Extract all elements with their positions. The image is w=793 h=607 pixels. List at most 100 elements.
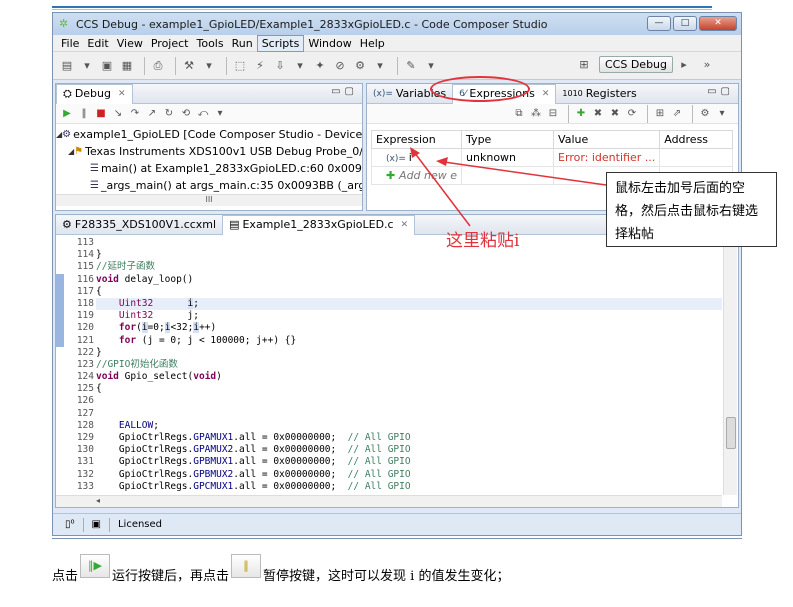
menu-project[interactable]: Project: [147, 36, 193, 51]
menu-file[interactable]: File: [57, 36, 83, 51]
scroll-thumb[interactable]: [726, 417, 736, 449]
fast-view-icon[interactable]: ▯⁰: [65, 519, 75, 530]
pen-icon[interactable]: ✎: [403, 58, 419, 74]
column-expression[interactable]: Expression: [370, 130, 463, 149]
editor-vscroll[interactable]: [723, 237, 737, 495]
open-perspective-icon[interactable]: ⊞: [576, 57, 592, 73]
table-row[interactable]: (x)= i unknown Error: identifier ...: [370, 148, 733, 167]
code-line[interactable]: 119 Uint32 j;: [56, 310, 722, 323]
more-perspectives-icon[interactable]: »: [699, 57, 715, 73]
dropdown-icon[interactable]: ▾: [372, 58, 388, 74]
code-line[interactable]: 124 void Gpio_select(void): [56, 371, 722, 384]
code-line[interactable]: 116 void delay_loop(): [56, 273, 722, 286]
code-line[interactable]: 128 EALLOW;: [56, 419, 722, 432]
view-minmax-icons[interactable]: ▭▢: [331, 86, 358, 97]
code-line[interactable]: 117{: [56, 285, 722, 298]
menu-scripts[interactable]: Scripts: [256, 34, 305, 52]
tree-item-probe[interactable]: ◢ ⚑ Texas Instruments XDS100v1 USB Debug…: [56, 143, 362, 160]
code-line[interactable]: 118 Uint32 i;: [56, 297, 722, 311]
code-line[interactable]: 123//GPIO初始化函数: [56, 358, 722, 372]
dropdown-icon[interactable]: ▾: [292, 58, 308, 74]
code-line[interactable]: 115//延时子函数: [56, 261, 722, 274]
step-asm-icon[interactable]: ↻: [162, 106, 176, 122]
dropdown-icon[interactable]: ▾: [79, 58, 95, 74]
new-view-icon[interactable]: ⊞: [653, 106, 667, 122]
close-button[interactable]: ✕: [699, 16, 737, 31]
add-expression-icon[interactable]: ✚: [574, 106, 588, 122]
code-line[interactable]: 120 for(i=0;i<32;i++): [56, 322, 722, 335]
maximize-button[interactable]: □: [673, 16, 697, 31]
code-line[interactable]: 130 GpioCtrlRegs.GPAMUX2.all = 0x0000000…: [56, 444, 722, 457]
add-new-cell[interactable]: ✚ Add new e: [370, 166, 463, 185]
new-file-icon[interactable]: ▤: [59, 58, 75, 74]
load-program-icon[interactable]: ⇩: [272, 58, 288, 74]
terminate-icon[interactable]: ■: [94, 106, 108, 122]
step-return-icon[interactable]: ↗: [145, 106, 159, 122]
column-type[interactable]: Type: [461, 130, 555, 149]
code-line[interactable]: 131 GpioCtrlRegs.GPBMUX1.all = 0x0000000…: [56, 456, 722, 469]
tree-item-frame-main[interactable]: ☰ main() at Example1_2833xGpioLED.c:60 0…: [56, 160, 362, 177]
menu-tools[interactable]: Tools: [192, 36, 227, 51]
debug-hscroll[interactable]: III: [56, 194, 362, 206]
build-icon[interactable]: ⚒: [181, 58, 197, 74]
code-line[interactable]: 133 GpioCtrlRegs.GPCMUX1.all = 0x0000000…: [56, 480, 722, 493]
connect-icon[interactable]: ⚡: [252, 58, 268, 74]
copy-icon[interactable]: ⧉: [512, 106, 526, 122]
perspective-menu-icon[interactable]: ▸: [676, 57, 692, 73]
close-tab-icon[interactable]: ✕: [542, 85, 550, 103]
continuous-refresh-icon[interactable]: ⚙: [698, 106, 712, 122]
step-into-icon[interactable]: ↘: [111, 106, 125, 122]
menu-window[interactable]: Window: [304, 36, 355, 51]
column-address[interactable]: Address: [659, 130, 733, 149]
editor-hscroll[interactable]: ◂: [56, 495, 722, 507]
breakpoint-icon[interactable]: ⊘: [332, 58, 348, 74]
memory-icon[interactable]: ▣: [92, 519, 101, 530]
dropdown-icon[interactable]: ▾: [423, 58, 439, 74]
code-line[interactable]: 125{: [56, 383, 722, 396]
remove-all-icon[interactable]: ✖: [608, 106, 622, 122]
export-icon[interactable]: ⇗: [670, 106, 684, 122]
suspend-icon[interactable]: ‖: [77, 106, 91, 122]
code-line[interactable]: 122}: [56, 346, 722, 359]
restart-icon[interactable]: ⤺: [196, 106, 210, 122]
format-icon[interactable]: ⁂: [529, 106, 543, 122]
code-line[interactable]: 129 GpioCtrlRegs.GPAMUX1.all = 0x0000000…: [56, 432, 722, 445]
close-tab-icon[interactable]: ✕: [401, 216, 409, 234]
code-line[interactable]: 114}: [56, 249, 722, 262]
tab-source[interactable]: ▤ Example1_2833xGpioLED.c ✕: [222, 214, 416, 235]
tree-item-project[interactable]: ◢ ⚙ example1_GpioLED [Code Composer Stud…: [56, 126, 362, 143]
code-area[interactable]: 113 114} 115//延时子函数 116 void delay_loop() 117…: [56, 237, 722, 495]
menu-view[interactable]: View: [113, 36, 147, 51]
tab-ccxml[interactable]: ⚙ F28335_XDS100V1.ccxml: [56, 216, 222, 234]
minimize-button[interactable]: —: [647, 16, 671, 31]
ccs-debug-perspective-button[interactable]: CCS Debug: [598, 56, 673, 73]
column-value[interactable]: Value: [553, 130, 661, 149]
view-minmax-icons[interactable]: ▭▢: [707, 86, 734, 97]
tree-item-frame-args[interactable]: ☰ _args_main() at args_main.c:35 0x0093B…: [56, 177, 362, 194]
remove-expression-icon[interactable]: ✖: [591, 106, 605, 122]
close-tab-icon[interactable]: ✕: [118, 85, 126, 103]
menu-edit[interactable]: Edit: [83, 36, 112, 51]
tab-debug[interactable]: ⛭ Debug ✕: [56, 83, 133, 104]
scroll-left-icon[interactable]: ◂: [96, 496, 100, 505]
code-line[interactable]: 127: [56, 407, 722, 420]
reset-icon[interactable]: ⟲: [179, 106, 193, 122]
menu-help[interactable]: Help: [356, 36, 389, 51]
print-icon[interactable]: ⎙: [150, 58, 166, 74]
view-menu-icon[interactable]: ▾: [213, 106, 227, 122]
resume-icon[interactable]: ▶: [60, 106, 74, 122]
refresh-icon[interactable]: ⟳: [625, 106, 639, 122]
flash-icon[interactable]: ✦: [312, 58, 328, 74]
code-line[interactable]: 126: [56, 395, 722, 408]
settings-icon[interactable]: ⚙: [352, 58, 368, 74]
dropdown-icon[interactable]: ▾: [201, 58, 217, 74]
save-icon[interactable]: ▣: [99, 58, 115, 74]
menu-run[interactable]: Run: [228, 36, 257, 51]
tab-registers[interactable]: 1010 Registers: [556, 85, 642, 103]
step-over-icon[interactable]: ↷: [128, 106, 142, 122]
code-line[interactable]: 132 GpioCtrlRegs.GPBMUX2.all = 0x0000000…: [56, 468, 722, 481]
debug-icon[interactable]: ⬚: [232, 58, 248, 74]
save-all-icon[interactable]: ▦: [119, 58, 135, 74]
collapse-icon[interactable]: ⊟: [546, 106, 560, 122]
expression-cell[interactable]: (x)= i: [370, 148, 463, 167]
